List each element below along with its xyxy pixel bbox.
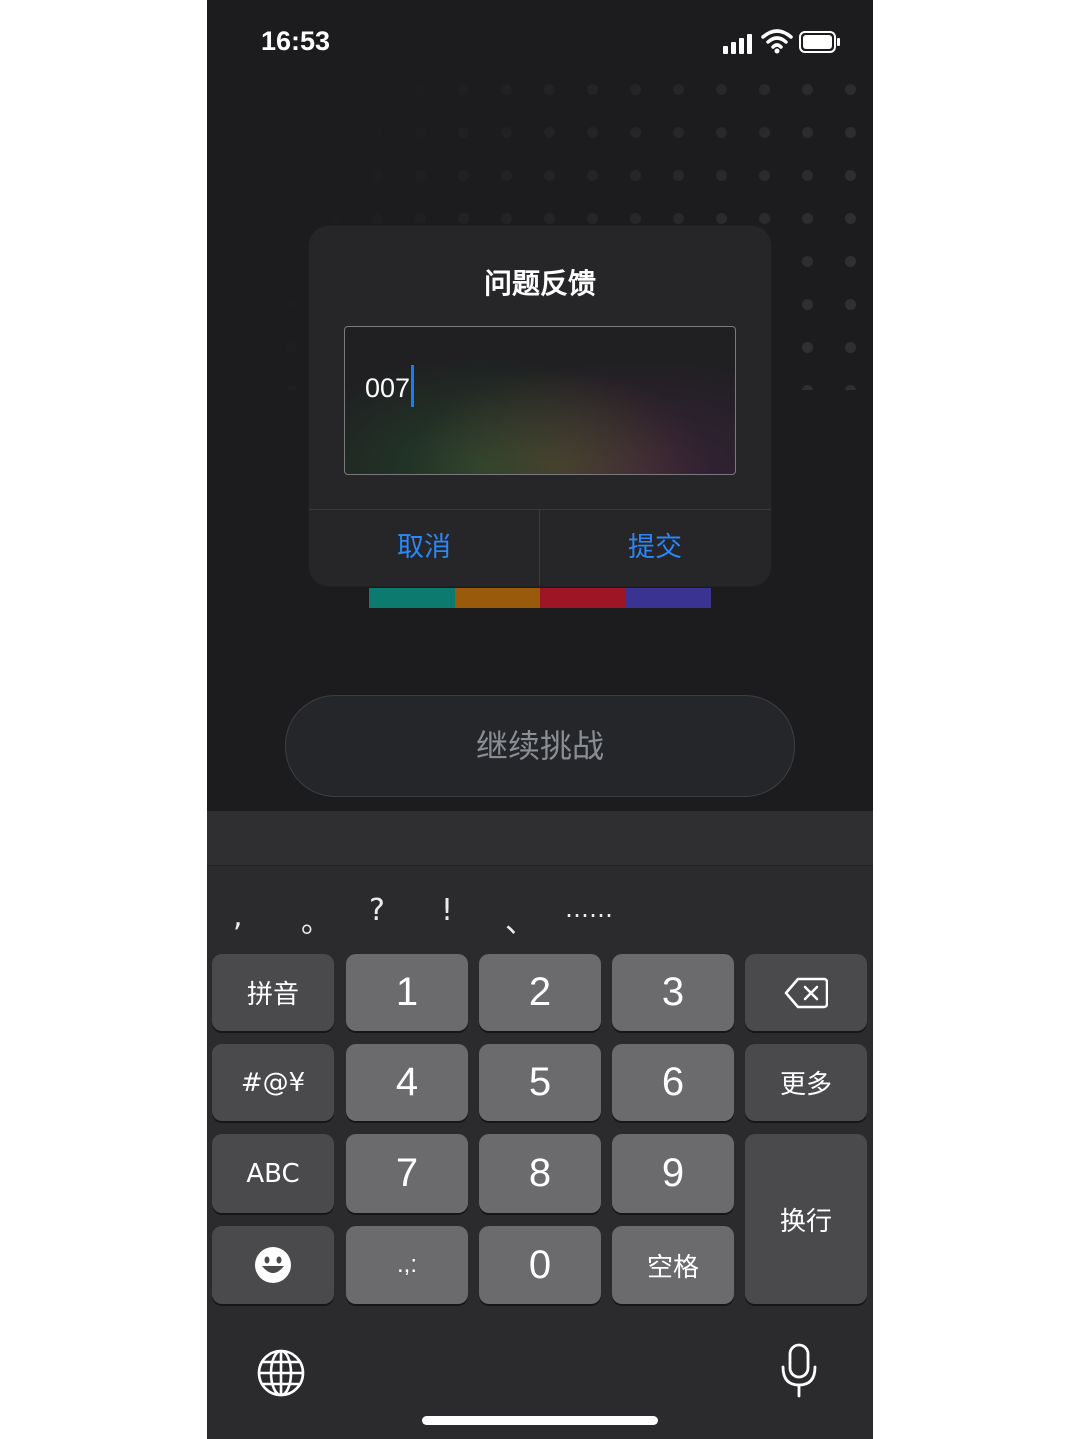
cancel-button[interactable]: 取消 xyxy=(309,510,539,586)
key-9[interactable]: 9 xyxy=(612,1134,734,1213)
key-abc[interactable]: ABC xyxy=(212,1134,334,1213)
color-strip-teal xyxy=(369,588,455,608)
text-caret xyxy=(411,365,415,407)
key-enter[interactable]: 换行 xyxy=(745,1134,867,1304)
punct-question[interactable]: ? xyxy=(369,893,385,928)
key-1[interactable]: 1 xyxy=(346,954,468,1031)
key-8[interactable]: 8 xyxy=(479,1134,601,1213)
key-more[interactable]: 更多 xyxy=(745,1044,867,1121)
key-4[interactable]: 4 xyxy=(346,1044,468,1121)
home-indicator[interactable] xyxy=(422,1416,658,1425)
key-5[interactable]: 5 xyxy=(479,1044,601,1121)
globe-icon[interactable] xyxy=(255,1347,307,1399)
delete-key[interactable] xyxy=(745,954,867,1031)
status-time: 16:53 xyxy=(261,26,331,56)
feedback-input[interactable]: 007 xyxy=(344,326,736,475)
continue-challenge-button[interactable]: 继续挑战 xyxy=(285,695,795,797)
submit-button[interactable]: 提交 xyxy=(540,510,770,586)
dialog-title: 问题反馈 xyxy=(483,267,596,300)
punct-ellipsis[interactable]: …… xyxy=(565,895,613,923)
key-3[interactable]: 3 xyxy=(612,954,734,1031)
microphone-icon[interactable] xyxy=(779,1343,819,1399)
wifi-icon xyxy=(761,29,793,54)
color-strip xyxy=(369,588,711,608)
emoji-key[interactable] xyxy=(212,1226,334,1304)
battery-icon xyxy=(799,31,840,53)
punct-dun[interactable]: 、 xyxy=(505,897,535,941)
key-pinyin[interactable]: 拼音 xyxy=(212,954,334,1031)
key-0[interactable]: 0 xyxy=(479,1226,601,1304)
key-2[interactable]: 2 xyxy=(479,954,601,1031)
key-symbols[interactable]: #@¥ xyxy=(212,1044,334,1121)
key-7[interactable]: 7 xyxy=(346,1134,468,1213)
feedback-dialog: 问题反馈 007 取消 提交 xyxy=(309,226,771,586)
phone-screen: 16:53 问题反馈 007 取消 提交 继续挑战 , 。 ? ! 、 …… 拼… xyxy=(207,0,873,1439)
punctuation-row: , 。 ? ! 、 …… xyxy=(207,889,873,949)
status-bar: 16:53 xyxy=(207,0,873,84)
color-strip-orange xyxy=(454,588,540,608)
emoji-icon xyxy=(255,1247,291,1283)
cellular-signal-icon xyxy=(723,34,752,54)
keyboard-candidate-bar xyxy=(207,811,873,866)
punct-period[interactable]: 。 xyxy=(301,897,331,941)
key-space[interactable]: 空格 xyxy=(612,1226,734,1304)
keyboard: , 。 ? ! 、 …… 拼音 1 2 3 #@¥ 4 5 6 更多 ABC 7… xyxy=(207,811,873,1439)
key-punctuation[interactable]: .,: xyxy=(346,1226,468,1304)
punct-exclaim[interactable]: ! xyxy=(441,893,453,928)
color-strip-red xyxy=(540,588,626,608)
feedback-input-text: 007 xyxy=(365,365,415,407)
color-strip-indigo xyxy=(625,588,711,608)
delete-icon xyxy=(784,977,828,1008)
key-6[interactable]: 6 xyxy=(612,1044,734,1121)
punct-comma[interactable]: , xyxy=(233,899,243,934)
